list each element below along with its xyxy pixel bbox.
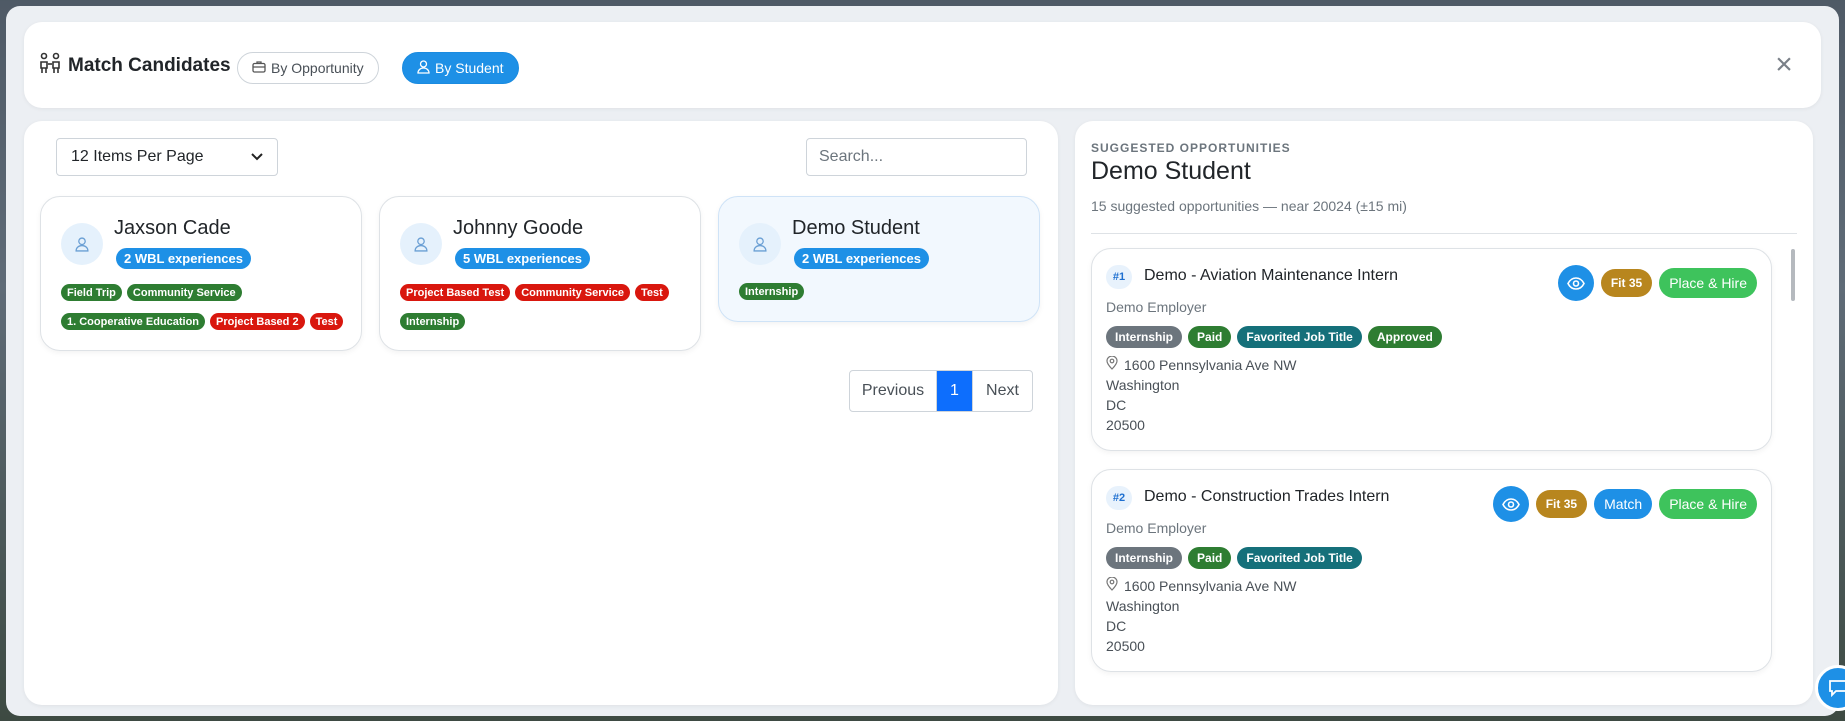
tag-row: Field Trip Community Service (61, 284, 242, 301)
opportunity-tag: Internship (1106, 547, 1183, 569)
opportunity-tag: Favorited Job Title (1237, 326, 1362, 348)
match-candidates-modal: Match Candidates By Opportunity By Stude… (6, 6, 1839, 716)
experience-tag: Project Based Test (400, 284, 511, 301)
modal-header: Match Candidates By Opportunity By Stude… (24, 22, 1821, 108)
students-panel: 12 Items Per Page Search... Jaxson Cade … (24, 121, 1058, 705)
experience-tag: Project Based 2 (210, 313, 305, 330)
address-street: 1600 Pennsylvania Ave NW (1124, 357, 1297, 373)
student-name: Johnny Goode (453, 217, 584, 239)
opportunity-actions: Fit 35 Place & Hire (1557, 265, 1757, 301)
by-opportunity-button[interactable]: By Opportunity (237, 52, 379, 84)
pagination: Previous 1 Next (849, 370, 1033, 412)
briefcase-icon (252, 60, 266, 76)
next-page-button[interactable]: Next (972, 371, 1032, 411)
address-zip: 20500 (1106, 638, 1145, 654)
by-student-button[interactable]: By Student (402, 52, 519, 84)
tag-row: Internship (400, 313, 466, 330)
opportunity-tag: Paid (1188, 547, 1232, 569)
map-pin-icon (1106, 576, 1118, 596)
fit-score-badge: Fit 35 (1535, 490, 1588, 518)
suggestion-summary: 15 suggested opportunities — near 20024 … (1091, 198, 1407, 214)
opportunity-tag: Internship (1106, 326, 1183, 348)
opportunity-card: #2 Demo - Construction Trades Intern Dem… (1091, 469, 1772, 672)
experience-tag: Community Service (515, 284, 630, 301)
section-eyebrow: SUGGESTED OPPORTUNITIES (1091, 141, 1291, 155)
rank-badge: #2 (1106, 486, 1132, 510)
student-name: Demo Student (792, 217, 920, 239)
divider (1091, 233, 1797, 234)
people-icon (38, 52, 62, 79)
items-per-page-value: 12 Items Per Page (71, 148, 204, 165)
opportunity-tag: Paid (1188, 326, 1232, 348)
page-title: Match Candidates (68, 54, 231, 76)
rank-badge: #1 (1106, 265, 1132, 289)
place-and-hire-button[interactable]: Place & Hire (1659, 268, 1757, 298)
opportunity-tags: Internship Paid Favorited Job Title Appr… (1106, 326, 1442, 348)
address: 1600 Pennsylvania Ave NW Washington DC 2… (1106, 355, 1297, 435)
opportunity-actions: Fit 35 Match Place & Hire (1492, 486, 1757, 522)
search-input[interactable]: Search... (806, 138, 1027, 176)
opportunity-tags: Internship Paid Favorited Job Title (1106, 547, 1362, 569)
opportunity-tag: Favorited Job Title (1237, 547, 1362, 569)
experience-tag: Internship (739, 283, 805, 300)
student-card[interactable]: Johnny Goode 5 WBL experiences Project B… (379, 196, 701, 351)
student-card[interactable]: Jaxson Cade 2 WBL experiences Field Trip… (40, 196, 362, 351)
scrollbar[interactable] (1791, 249, 1795, 301)
view-icon[interactable] (1492, 486, 1529, 522)
by-student-label: By Student (435, 60, 504, 76)
address-street: 1600 Pennsylvania Ave NW (1124, 578, 1297, 594)
close-icon[interactable]: × (1769, 50, 1799, 80)
tag-row: 1. Cooperative Education Project Based 2… (61, 313, 344, 330)
address: 1600 Pennsylvania Ave NW Washington DC 2… (1106, 576, 1297, 656)
selected-student-name: Demo Student (1091, 157, 1251, 185)
student-name: Jaxson Cade (114, 217, 231, 239)
match-button[interactable]: Match (1594, 489, 1653, 519)
opportunity-title: Demo - Aviation Maintenance Intern (1144, 267, 1399, 284)
opportunity-card: #1 Demo - Aviation Maintenance Intern De… (1091, 248, 1772, 451)
address-state: DC (1106, 397, 1127, 413)
experience-tag: Field Trip (61, 284, 122, 301)
address-zip: 20500 (1106, 417, 1145, 433)
previous-page-button[interactable]: Previous (850, 371, 937, 411)
person-icon (417, 59, 430, 77)
tag-row: Internship (739, 283, 805, 300)
header-title-group: Match Candidates (38, 52, 231, 79)
page-1-button[interactable]: 1 (937, 371, 972, 411)
experience-tag: Test (634, 284, 669, 301)
experience-tag: Test (309, 313, 344, 330)
experience-tag: Community Service (126, 284, 242, 301)
address-city: Washington (1106, 377, 1180, 393)
tag-row: Project Based Test Community Service Tes… (400, 284, 669, 301)
experience-tag: Internship (400, 313, 466, 330)
place-and-hire-button[interactable]: Place & Hire (1659, 489, 1757, 519)
map-pin-icon (1106, 355, 1118, 375)
avatar (739, 223, 781, 265)
wbl-count-badge: 2 WBL experiences (116, 248, 251, 269)
fit-score-badge: Fit 35 (1600, 269, 1653, 297)
address-city: Washington (1106, 598, 1180, 614)
opportunity-tag: Approved (1367, 326, 1442, 348)
experience-tag: 1. Cooperative Education (61, 313, 206, 330)
opportunity-title: Demo - Construction Trades Intern (1144, 488, 1390, 505)
view-icon[interactable] (1557, 265, 1594, 301)
avatar (400, 223, 442, 265)
wbl-count-badge: 5 WBL experiences (455, 248, 590, 269)
suggested-opportunities-panel: SUGGESTED OPPORTUNITIES Demo Student 15 … (1075, 121, 1813, 705)
employer-name: Demo Employer (1106, 520, 1207, 536)
student-card-selected[interactable]: Demo Student 2 WBL experiences Internshi… (718, 196, 1040, 322)
employer-name: Demo Employer (1106, 299, 1207, 315)
address-state: DC (1106, 618, 1127, 634)
items-per-page-select[interactable]: 12 Items Per Page (56, 138, 278, 176)
avatar (61, 223, 103, 265)
chevron-down-icon (251, 148, 263, 166)
by-opportunity-label: By Opportunity (271, 60, 364, 76)
wbl-count-badge: 2 WBL experiences (794, 248, 929, 269)
